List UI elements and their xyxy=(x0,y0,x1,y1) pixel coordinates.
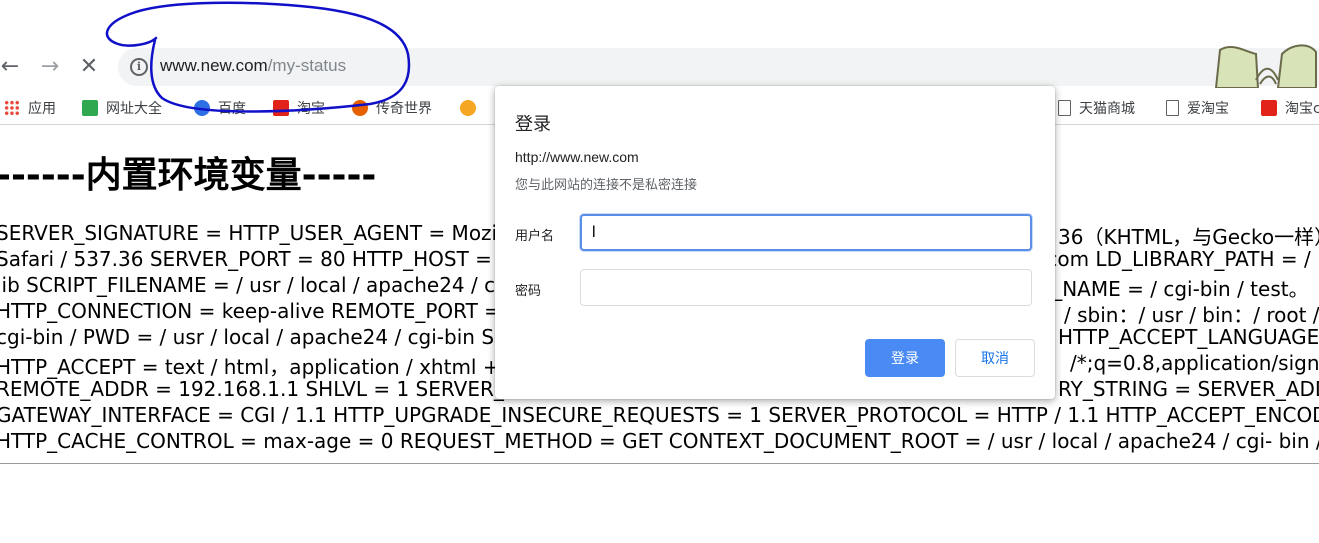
bookmark-baidu[interactable]: 百度 xyxy=(194,98,246,118)
firefox-icon xyxy=(352,100,368,116)
login-dialog: 登录 http://www.new.com 您与此网站的连接不是私密连接 用户名… xyxy=(495,86,1055,399)
bookmark-legend-world[interactable]: 传奇世界 xyxy=(352,98,432,118)
orange-circle-icon xyxy=(460,100,476,116)
bookmark-label: 淘宝 xyxy=(297,101,325,117)
username-label: 用户名 xyxy=(515,229,555,244)
stop-icon[interactable]: ✕ xyxy=(75,52,103,80)
page-icon xyxy=(1166,100,1179,116)
env-line: Safari / 537.36 SERVER_PORT = 80 HTTP_HO… xyxy=(0,247,531,271)
baidu-paw-icon xyxy=(194,100,210,116)
bookmark-partial[interactable] xyxy=(460,98,484,118)
env-line-right: T_NAME = / cgi-bin / test。 xyxy=(1040,277,1309,301)
env-line-right: RY_STRING = SERVER_ADDR xyxy=(1058,377,1319,401)
site-directory-icon xyxy=(82,100,98,116)
password-input[interactable] xyxy=(580,269,1032,306)
env-line: SERVER_SIGNATURE = HTTP_USER_AGENT = Moz… xyxy=(0,221,521,245)
env-line: HTTP_CACHE_CONTROL = max-age = 0 REQUEST… xyxy=(0,429,1319,453)
bookmark-tmall[interactable]: 天猫商城 xyxy=(1058,98,1135,118)
username-input[interactable] xyxy=(580,214,1032,251)
bookmark-taobao-2[interactable]: 淘宝с xyxy=(1261,98,1319,118)
bookmark-label: 百度 xyxy=(218,101,246,117)
env-line-right: 36（KHTML，与Gecko一样） xyxy=(1058,225,1319,249)
back-arrow-icon[interactable]: ← xyxy=(0,52,24,80)
horizontal-rule xyxy=(0,463,1319,464)
dialog-url: http://www.new.com xyxy=(515,149,639,165)
password-label: 密码 xyxy=(515,284,542,299)
bookmark-label: 爱淘宝 xyxy=(1187,101,1229,117)
env-line-right: .com LD_LIBRARY_PATH = / xyxy=(1040,247,1311,271)
info-icon[interactable]: i xyxy=(130,58,148,76)
url-text[interactable]: www.new.com/my-status xyxy=(160,56,346,76)
env-line: cgi-bin / PWD = / usr / local / apache24… xyxy=(0,325,507,349)
bookmark-site-directory[interactable]: 网址大全 xyxy=(82,98,162,118)
mascot-icon xyxy=(1214,44,1317,88)
bookmark-ai-taobao[interactable]: 爱淘宝 xyxy=(1166,98,1229,118)
env-line: lib SCRIPT_FILENAME = / usr / local / ap… xyxy=(0,273,521,297)
env-line: GATEWAY_INTERFACE = CGI / 1.1 HTTP_UPGRA… xyxy=(0,403,1319,427)
apps-grid-icon xyxy=(4,100,20,116)
cancel-button[interactable]: 取消 xyxy=(955,339,1035,377)
env-line-right: HTTP_ACCEPT_LANGUAGE xyxy=(1058,325,1319,349)
url-path: /my-status xyxy=(267,56,347,75)
env-line-right: / sbin：/ usr / bin：/ root / l xyxy=(1064,303,1319,327)
bookmark-label: 天猫商城 xyxy=(1079,101,1135,117)
url-host: www.new.com xyxy=(160,56,268,75)
env-line: REMOTE_ADDR = 192.168.1.1 SHLVL = 1 SERV… xyxy=(0,377,533,401)
bookmark-taobao[interactable]: 淘宝 xyxy=(273,98,325,118)
forward-arrow-icon[interactable]: → xyxy=(36,52,64,80)
address-bar[interactable]: i www.new.com/my-status xyxy=(118,48,1319,86)
login-button[interactable]: 登录 xyxy=(865,339,945,377)
bookmark-apps[interactable]: 应用 xyxy=(4,98,56,118)
page-icon xyxy=(1058,100,1071,116)
bookmark-label: 传奇世界 xyxy=(376,101,432,117)
dialog-title: 登录 xyxy=(515,114,551,135)
page-title: ------内置环境变量----- xyxy=(0,155,377,196)
bookmark-label: 网址大全 xyxy=(106,101,162,117)
bookmark-label: 应用 xyxy=(28,101,56,117)
env-line: HTTP_CONNECTION = keep-alive REMOTE_PORT… xyxy=(0,299,521,323)
env-line: HTTP_ACCEPT = text / html，application / … xyxy=(0,355,518,379)
env-line-right: /*;q=0.8,application/signed xyxy=(1070,351,1319,375)
bookmark-label: 淘宝с xyxy=(1285,101,1319,117)
taobao-icon xyxy=(273,100,289,116)
taobao-icon xyxy=(1261,100,1277,116)
dialog-warning: 您与此网站的连接不是私密连接 xyxy=(515,178,698,193)
browser-toolbar: ← → ✕ i www.new.com/my-status xyxy=(0,0,1319,92)
